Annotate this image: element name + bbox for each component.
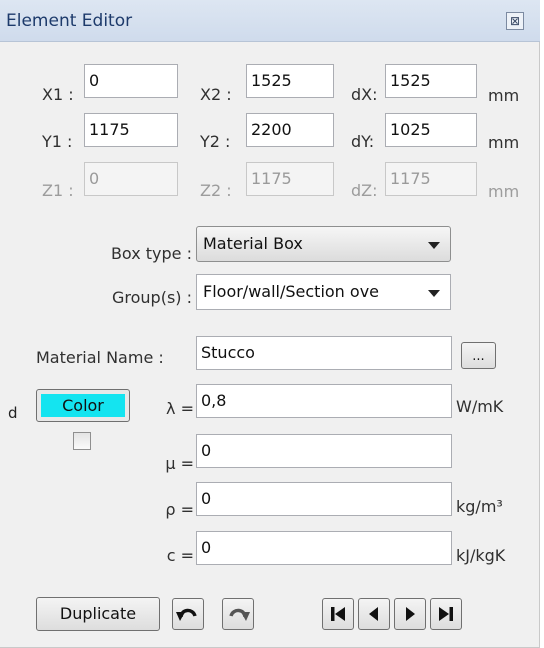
material-name-label: Material Name : bbox=[36, 348, 164, 367]
panel-title: Element Editor bbox=[6, 11, 133, 31]
color-checkbox[interactable] bbox=[73, 432, 91, 450]
c-unit: kJ/kgK bbox=[456, 546, 506, 565]
groups-label: Group(s) : bbox=[111, 288, 192, 307]
z1-label: Z1 : bbox=[42, 181, 74, 200]
y1-label: Y1 : bbox=[42, 132, 73, 151]
dx-label: dX: bbox=[351, 85, 378, 104]
lambda-input[interactable]: 0,8 bbox=[196, 384, 452, 418]
lambda-label: λ = bbox=[166, 399, 194, 418]
z2-label: Z2 : bbox=[200, 181, 232, 200]
dropdown-arrow-icon bbox=[428, 290, 440, 297]
c-input[interactable]: 0 bbox=[196, 531, 452, 565]
box-type-label: Box type : bbox=[110, 244, 192, 263]
color-button-label: Color bbox=[41, 394, 125, 417]
previous-record-icon bbox=[369, 607, 378, 621]
y1-input[interactable]: 1175 bbox=[84, 113, 178, 147]
close-icon[interactable]: ⊠ bbox=[506, 12, 524, 30]
first-record-icon bbox=[331, 607, 345, 621]
browse-material-button[interactable]: ... bbox=[461, 342, 496, 369]
dz-unit: mm bbox=[488, 182, 520, 201]
dy-label: dY: bbox=[351, 132, 375, 151]
first-record-button[interactable] bbox=[322, 598, 354, 630]
x2-label: X2 : bbox=[200, 85, 232, 104]
dy-input[interactable]: 1025 bbox=[385, 113, 477, 147]
dropdown-arrow-icon bbox=[428, 242, 440, 249]
last-record-icon bbox=[439, 607, 453, 621]
last-record-button[interactable] bbox=[430, 598, 462, 630]
previous-record-button[interactable] bbox=[358, 598, 390, 630]
y2-input[interactable]: 2200 bbox=[246, 113, 334, 147]
redo-icon bbox=[229, 608, 250, 621]
x1-input[interactable]: 0 bbox=[84, 64, 178, 98]
title-bar: Element Editor ⊠ bbox=[0, 0, 540, 42]
c-label: c = bbox=[166, 546, 194, 565]
rho-label: ρ = bbox=[165, 500, 194, 519]
z1-input: 0 bbox=[84, 162, 178, 196]
dy-unit: mm bbox=[488, 133, 520, 152]
dz-label: dZ: bbox=[351, 181, 378, 200]
undo-button[interactable] bbox=[172, 598, 204, 630]
mu-input[interactable]: 0 bbox=[196, 434, 452, 468]
rho-input[interactable]: 0 bbox=[196, 482, 452, 516]
element-editor-panel: Element Editor ⊠ X1 : 0 X2 : 1525 dX: 15… bbox=[0, 0, 540, 648]
material-name-input[interactable]: Stucco bbox=[196, 336, 452, 370]
y2-label: Y2 : bbox=[200, 132, 231, 151]
dx-unit: mm bbox=[488, 86, 520, 105]
background-text-fragment: d bbox=[8, 404, 18, 422]
mu-label: μ = bbox=[165, 454, 194, 473]
x2-input[interactable]: 1525 bbox=[246, 64, 334, 98]
dz-input: 1175 bbox=[385, 162, 477, 196]
dx-input[interactable]: 1525 bbox=[385, 64, 477, 98]
duplicate-button[interactable]: Duplicate bbox=[36, 597, 160, 631]
redo-button[interactable] bbox=[222, 598, 254, 630]
color-button[interactable]: Color bbox=[36, 389, 130, 422]
box-type-select[interactable]: Material Box bbox=[196, 226, 451, 262]
z2-input: 1175 bbox=[246, 162, 334, 196]
groups-value: Floor/wall/Section ove bbox=[203, 282, 379, 301]
box-type-value: Material Box bbox=[203, 234, 303, 253]
lambda-unit: W/mK bbox=[456, 397, 504, 416]
rho-unit: kg/m³ bbox=[456, 497, 503, 516]
groups-select[interactable]: Floor/wall/Section ove bbox=[196, 274, 451, 310]
undo-icon bbox=[176, 608, 197, 621]
x1-label: X1 : bbox=[42, 85, 74, 104]
next-record-button[interactable] bbox=[394, 598, 426, 630]
next-record-icon bbox=[406, 607, 415, 621]
